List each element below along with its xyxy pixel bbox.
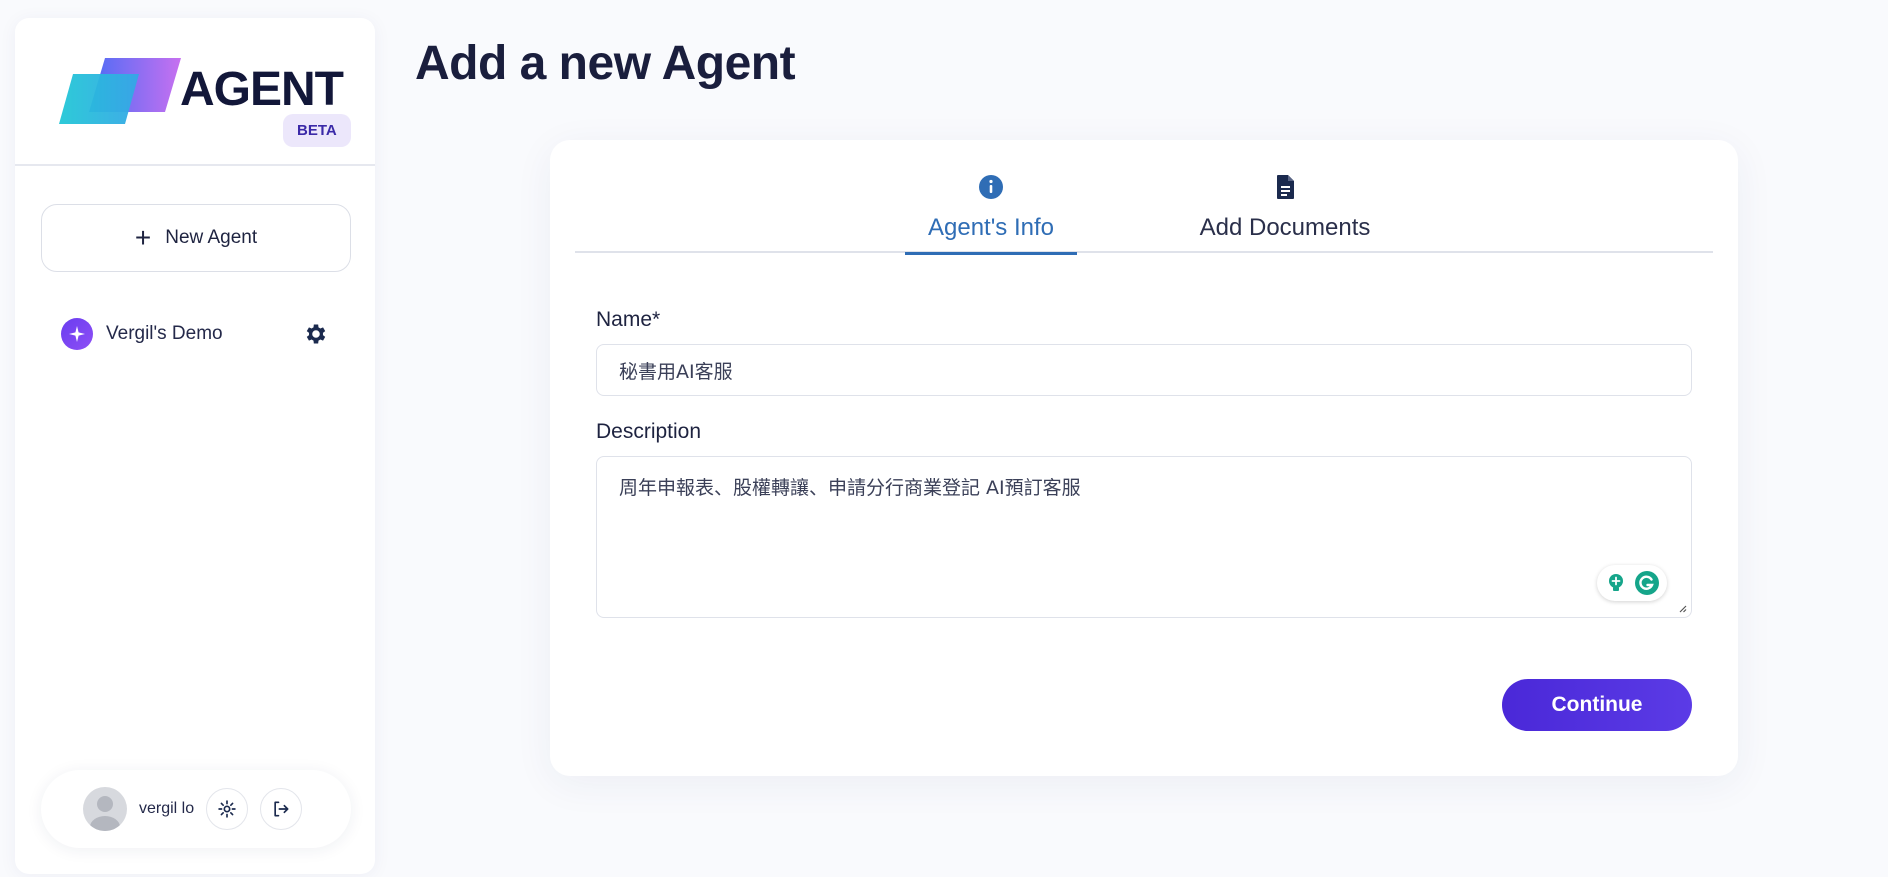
user-name: vergil lo xyxy=(139,800,195,817)
page-title: Add a new Agent xyxy=(415,37,796,90)
sparkle-icon xyxy=(61,318,93,350)
gear-icon[interactable] xyxy=(303,321,329,347)
brand-name: AGENT xyxy=(180,63,344,116)
agent-list-item[interactable]: Vergil's Demo xyxy=(61,316,351,352)
logo-icon xyxy=(59,58,181,124)
grammar-assistant-widget[interactable] xyxy=(1597,565,1667,601)
beta-badge: BETA xyxy=(283,114,351,147)
logout-button[interactable] xyxy=(260,788,303,830)
name-input[interactable]: 秘書用AI客服 xyxy=(596,344,1692,396)
info-icon xyxy=(979,175,1003,199)
user-settings-button[interactable] xyxy=(206,788,249,830)
user-card: vergil lo xyxy=(41,770,351,848)
new-agent-button[interactable]: + New Agent xyxy=(41,204,351,272)
name-label: Name* xyxy=(596,308,661,331)
logout-icon xyxy=(274,801,289,817)
document-icon xyxy=(1277,175,1294,199)
description-textarea[interactable]: 周年申報表、股權轉讓、申請分行商業登記 AI預訂客服 xyxy=(596,456,1692,618)
agent-name: Vergil's Demo xyxy=(106,323,223,344)
tab-bar: Agent's Info Add Documents xyxy=(575,170,1713,255)
continue-button[interactable]: Continue xyxy=(1502,679,1692,731)
plus-icon: + xyxy=(134,222,152,253)
gear-icon xyxy=(218,800,236,818)
sidebar: AGENT BETA + New Agent Vergil's Demo ver… xyxy=(15,18,375,874)
avatar[interactable] xyxy=(83,787,127,831)
tab-label: Agent's Info xyxy=(928,214,1054,241)
form-card: Agent's Info Add Documents Name* 秘書用AI客服… xyxy=(550,140,1738,776)
tab-add-documents[interactable]: Add Documents xyxy=(1185,170,1385,253)
tab-agents-info[interactable]: Agent's Info xyxy=(905,170,1077,255)
resize-handle-icon[interactable] xyxy=(1677,603,1687,613)
description-label: Description xyxy=(596,420,702,443)
description-text: 周年申報表、股權轉讓、申請分行商業登記 AI預訂客服 xyxy=(619,477,1081,499)
lightbulb-icon[interactable] xyxy=(1605,572,1627,594)
logo-area: AGENT BETA xyxy=(15,18,375,166)
tab-label: Add Documents xyxy=(1199,214,1371,241)
grammarly-icon[interactable] xyxy=(1634,570,1660,596)
new-agent-label: New Agent xyxy=(165,227,258,248)
